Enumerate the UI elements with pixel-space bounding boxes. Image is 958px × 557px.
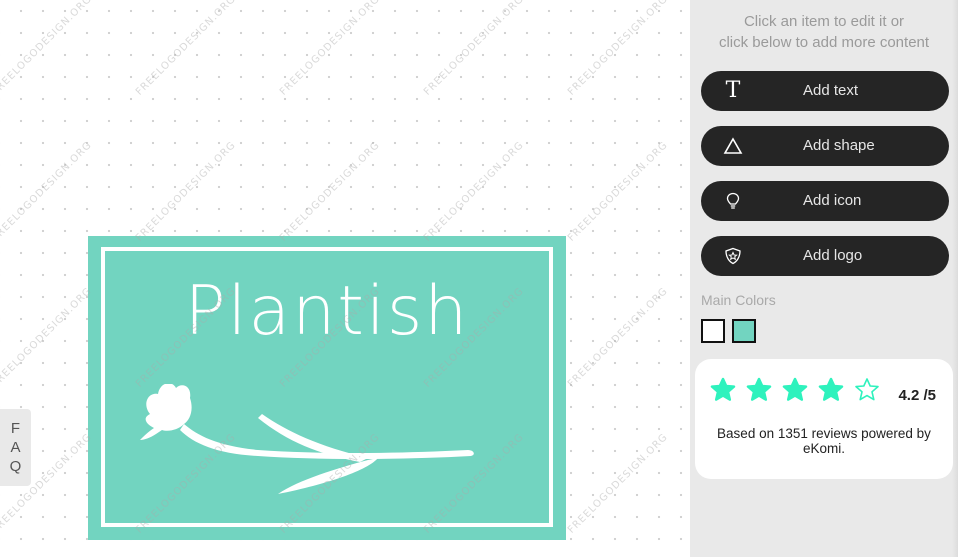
add-logo-button[interactable]: Add logo [701, 236, 949, 276]
main-colors-label: Main Colors [701, 292, 776, 308]
sidebar: Click an item to edit it or click below … [690, 0, 958, 557]
triangle-icon [723, 136, 743, 156]
sidebar-hint: Click an item to edit it or click below … [690, 11, 958, 53]
watermark-text: FREELOGODESIGN.ORG [422, 139, 527, 244]
add-shape-button[interactable]: Add shape [701, 126, 949, 166]
star-filled-icon [782, 377, 808, 401]
add-text-button[interactable]: T Add text [701, 71, 949, 111]
star-filled-icon [710, 377, 736, 401]
logo-title[interactable]: Plantish [88, 272, 566, 351]
watermark-text: FREELOGODESIGN.ORG [134, 0, 239, 98]
faq-letter: F [10, 420, 21, 437]
watermark-text: FREELOGODESIGN.ORG [566, 139, 671, 244]
button-label: Add text [803, 82, 859, 99]
star-rating [710, 377, 880, 403]
watermark-text: FREELOGODESIGN.ORG [0, 285, 95, 390]
button-label: Add shape [803, 137, 875, 154]
star-filled-icon [818, 377, 844, 401]
faq-tab[interactable]: F A Q [0, 409, 31, 486]
review-widget: 4.2 /5 Based on 1351 reviews powered by … [695, 359, 953, 479]
button-label: Add logo [803, 247, 863, 264]
watermark-text: FREELOGODESIGN.ORG [278, 0, 383, 98]
review-text[interactable]: Based on 1351 reviews powered by eKomi. [705, 426, 943, 456]
watermark-text: FREELOGODESIGN.ORG [134, 139, 239, 244]
watermark-text: FREELOGODESIGN.ORG [422, 0, 527, 98]
watermark-text: FREELOGODESIGN.ORG [0, 139, 95, 244]
watermark-text: FREELOGODESIGN.ORG [566, 431, 671, 536]
star-filled-icon [746, 377, 772, 401]
hint-line: click below to add more content [718, 34, 930, 51]
color-swatch-teal[interactable] [732, 319, 756, 343]
watermark-text: FREELOGODESIGN.ORG [566, 0, 671, 98]
logo-card[interactable]: Plantish [88, 236, 566, 540]
button-label: Add icon [803, 192, 862, 209]
faq-letter: Q [9, 458, 22, 475]
watermark-text: FREELOGODESIGN.ORG [566, 285, 671, 390]
rating-score: 4.2 /5 [898, 387, 936, 404]
tulip-icon[interactable] [138, 384, 528, 504]
design-canvas[interactable]: FREELOGODESIGN.ORG FREELOGODESIGN.ORG FREE… [0, 0, 690, 557]
color-swatch-white[interactable] [701, 319, 725, 343]
lightbulb-icon [723, 191, 743, 211]
add-icon-button[interactable]: Add icon [701, 181, 949, 221]
shield-star-icon [723, 246, 743, 266]
faq-letter: A [10, 439, 21, 456]
sidebar-scrollbar[interactable] [952, 0, 958, 557]
text-icon: T [725, 78, 741, 103]
watermark-text: FREELOGODESIGN.ORG [0, 0, 95, 98]
star-empty-icon [855, 378, 879, 401]
hint-line: Click an item to edit it or [743, 13, 905, 30]
watermark-text: FREELOGODESIGN.ORG [278, 139, 383, 244]
